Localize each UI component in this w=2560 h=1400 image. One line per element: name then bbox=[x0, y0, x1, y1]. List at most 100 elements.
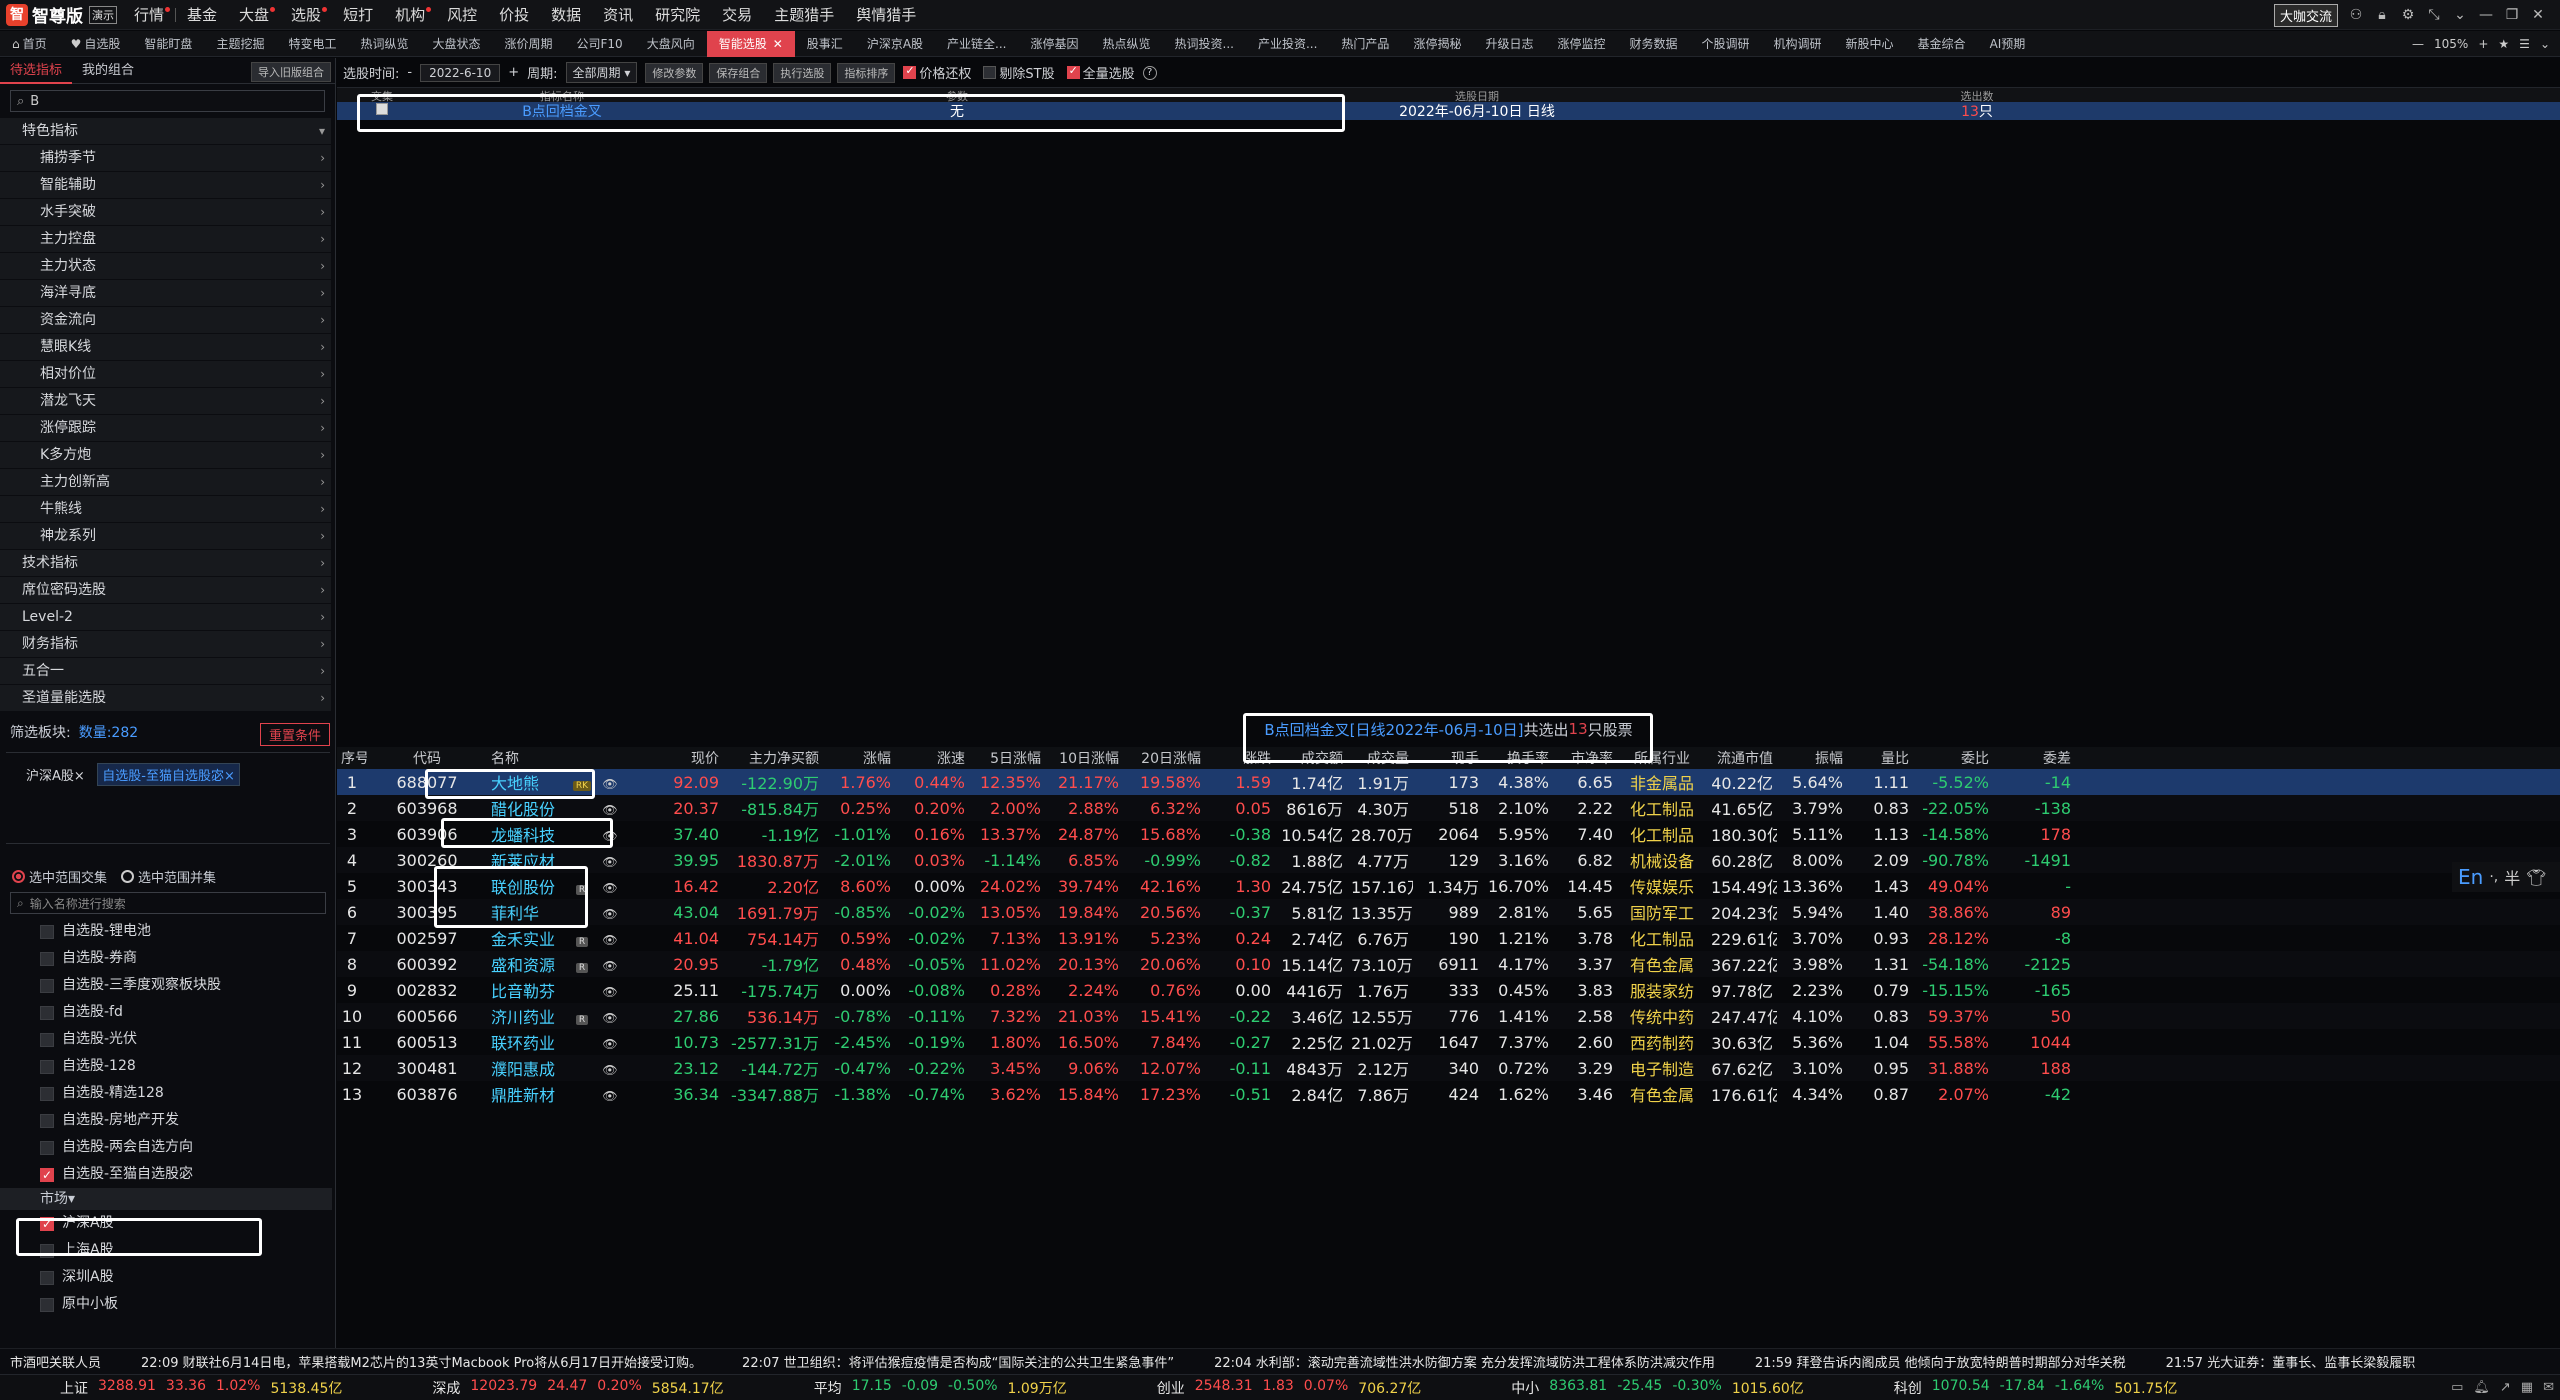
eye-icon[interactable]: 👁︎ bbox=[602, 881, 617, 895]
close-icon[interactable]: ✕ bbox=[2530, 7, 2546, 23]
cell-1[interactable]: 603968 bbox=[367, 799, 487, 818]
chip-market[interactable]: 沪深A股× bbox=[26, 765, 85, 784]
col-header-0[interactable]: 序号 bbox=[337, 748, 367, 768]
star-icon[interactable]: ★ bbox=[2498, 37, 2509, 51]
tab-6[interactable]: 大盘状态 bbox=[420, 31, 492, 57]
board-search-input[interactable]: ⌕ 输入名称进行搜索 bbox=[10, 892, 326, 914]
tree-item[interactable]: 慧眼K线 › bbox=[0, 334, 331, 361]
menu-item-12[interactable]: 主题猎手 bbox=[763, 0, 845, 30]
indicator-search[interactable]: ⌕ B bbox=[10, 90, 325, 112]
col-header-11[interactable]: 20日涨幅 bbox=[1123, 748, 1205, 768]
ime-indicator[interactable]: En ·, 半 👕︎ bbox=[2452, 862, 2560, 892]
ticker-item[interactable]: 22:04 水利部：滚动完善流域性洪水防御方案 充分发挥流域防洪工程体系防洪减灾… bbox=[1214, 1352, 1715, 1371]
cell-1[interactable]: 600392 bbox=[367, 955, 487, 974]
col-header-1[interactable]: 代码 bbox=[367, 748, 487, 768]
ticker-item[interactable]: 21:57 光大证券：董事长、监事长梁毅履职 bbox=[2166, 1352, 2416, 1371]
tree-category[interactable]: 五合一 › bbox=[0, 658, 331, 685]
cell-1[interactable]: 603876 bbox=[367, 1085, 487, 1104]
ticker-item[interactable]: 22:07 世卫组织：将评估猴痘疫情是否构成“国际关注的公共卫生紧急事件” bbox=[742, 1352, 1174, 1371]
eye-icon[interactable]: 👁︎ bbox=[602, 777, 617, 791]
eye-icon[interactable]: 👁︎ bbox=[602, 933, 617, 947]
ticker-item[interactable]: 22:09 财联社6月14日电，苹果搭载M2芯片的13英寸Macbook Pro… bbox=[141, 1352, 702, 1371]
checkbox[interactable] bbox=[40, 1271, 54, 1285]
checkbox[interactable] bbox=[40, 952, 54, 966]
tree-item[interactable]: 牛熊线 › bbox=[0, 496, 331, 523]
index-4[interactable]: 中小 8363.81 -25.45 -0.30% 1015.60亿 bbox=[1451, 1378, 1833, 1398]
tree-item[interactable]: 捕捞季节 › bbox=[0, 145, 331, 172]
help-icon[interactable]: ? bbox=[1142, 65, 1157, 80]
checkbox[interactable] bbox=[40, 1033, 54, 1047]
cell-2[interactable]: 醋化股份 bbox=[487, 796, 567, 820]
col-header-23[interactable]: 委差 bbox=[1993, 748, 2075, 768]
cell-2[interactable]: 鼎胜新材 bbox=[487, 1082, 567, 1106]
community-button[interactable]: 大咖交流 bbox=[2273, 3, 2338, 27]
menu-item-4[interactable]: 短打 bbox=[332, 0, 384, 30]
tree-item[interactable]: 水手突破 › bbox=[0, 199, 331, 226]
cell-2[interactable]: 盛和资源 bbox=[487, 952, 567, 976]
tab-22[interactable]: 财务数据 bbox=[1617, 31, 1689, 57]
menu-item-5[interactable]: 机构 bbox=[384, 0, 436, 30]
restore-icon[interactable]: ❐ bbox=[2504, 7, 2520, 23]
shrink-icon[interactable]: ⤡ bbox=[2426, 7, 2442, 23]
tab-pending-indicators[interactable]: 待选指标 bbox=[0, 58, 73, 84]
board-item[interactable]: 自选股-房地产开发 bbox=[0, 1107, 336, 1134]
zoom-out-icon[interactable]: — bbox=[2412, 37, 2424, 51]
board-item[interactable]: 自选股-128 bbox=[0, 1053, 336, 1080]
board-item[interactable]: 自选股-两会自选方向 bbox=[0, 1134, 336, 1161]
tab-18[interactable]: 热门产品 bbox=[1329, 31, 1401, 57]
board-item[interactable]: 自选股-fd bbox=[0, 999, 336, 1026]
tree-category[interactable]: Level-2 › bbox=[0, 604, 331, 631]
tab-chevron-icon[interactable]: ⌄ bbox=[2540, 37, 2550, 51]
col-header-6[interactable]: 主力净买额 bbox=[723, 748, 823, 768]
date-field[interactable]: 2022-6-10 bbox=[420, 63, 501, 82]
tree-item[interactable]: 海洋寻底 › bbox=[0, 280, 331, 307]
col-header-5[interactable]: 现价 bbox=[623, 748, 723, 768]
table-row[interactable]: 6 300395 菲利华 👁︎ 43.04 1691.79万 -0.85% -0.02% 13.… bbox=[337, 899, 2560, 925]
tree-item[interactable]: 智能辅助 › bbox=[0, 172, 331, 199]
table-row[interactable]: 10 600566 济川药业 R 👁︎ 27.86 536.14万 -0.78% -0.11% 7… bbox=[337, 1003, 2560, 1029]
tree-category[interactable]: 财务指标 › bbox=[0, 631, 331, 658]
eye-icon[interactable]: 👁︎ bbox=[602, 1011, 617, 1025]
tab-25[interactable]: 新股中心 bbox=[1834, 31, 1906, 57]
cell-1[interactable]: 300481 bbox=[367, 1059, 487, 1078]
tree-item[interactable]: 相对价位 › bbox=[0, 361, 331, 388]
cell-2[interactable]: 联环药业 bbox=[487, 1030, 567, 1054]
tab-14[interactable]: 涨停基因 bbox=[1018, 31, 1090, 57]
index-1[interactable]: 深成 12023.79 24.47 0.20% 5854.17亿 bbox=[372, 1378, 753, 1398]
checkbox[interactable] bbox=[40, 1114, 54, 1128]
col-header-7[interactable]: 涨幅 bbox=[823, 748, 895, 768]
checkbox[interactable] bbox=[40, 1006, 54, 1020]
cell-2[interactable]: 金禾实业 bbox=[487, 926, 567, 950]
toolbar-button-0[interactable]: 修改参数 bbox=[645, 62, 704, 83]
tab-26[interactable]: 基金综合 bbox=[1906, 31, 1978, 57]
eye-icon[interactable]: 👁︎ bbox=[602, 907, 617, 921]
monitor-icon[interactable]: ▭ bbox=[2451, 1380, 2463, 1395]
settings-icon[interactable]: ⚙ bbox=[2400, 7, 2416, 23]
tab-15[interactable]: 热点纵览 bbox=[1091, 31, 1163, 57]
eye-icon[interactable]: 👁︎ bbox=[602, 959, 617, 973]
index-2[interactable]: 平均 17.15 -0.09 -0.50% 1.09万亿 bbox=[754, 1378, 1097, 1398]
checkbox[interactable] bbox=[40, 1060, 54, 1074]
toolbar-button-1[interactable]: 保存组合 bbox=[709, 62, 768, 83]
menu-item-7[interactable]: 价投 bbox=[488, 0, 540, 30]
toolbar-check-0[interactable]: 价格还权 bbox=[903, 63, 971, 82]
grid-icon[interactable]: ▦ bbox=[2521, 1380, 2533, 1395]
toolbar-check-2[interactable]: 全量选股 bbox=[1066, 63, 1135, 82]
bell-icon[interactable]: 🔔︎ bbox=[2473, 1380, 2490, 1395]
tree-item[interactable]: 主力控盘 › bbox=[0, 226, 331, 253]
board-item[interactable]: 自选股-光伏 bbox=[0, 1026, 336, 1053]
menu-item-2[interactable]: 大盘 bbox=[228, 0, 280, 30]
news-ticker[interactable]: 市酒吧关联人员 22:09 财联社6月14日电，苹果搭载M2芯片的13英寸Macb… bbox=[0, 1348, 2560, 1374]
table-row[interactable]: 8 600392 盛和资源 R 👁︎ 20.95 -1.79亿 0.48% -0.05% 11.0… bbox=[337, 951, 2560, 977]
col-header-2[interactable]: 名称 bbox=[487, 748, 567, 768]
toolbar-button-2[interactable]: 执行选股 bbox=[773, 62, 832, 83]
market-group-header[interactable]: 市场▾ bbox=[0, 1188, 332, 1210]
index-3[interactable]: 创业 2548.31 1.83 0.07% 706.27亿 bbox=[1097, 1378, 1452, 1398]
tab-27[interactable]: AI预期 bbox=[1978, 31, 2038, 57]
tab-21[interactable]: 涨停监控 bbox=[1545, 31, 1617, 57]
cell-1[interactable]: 002597 bbox=[367, 929, 487, 948]
eye-icon[interactable]: 👁︎ bbox=[602, 985, 617, 999]
col-header-21[interactable]: 量比 bbox=[1847, 748, 1913, 768]
eye-icon[interactable]: 👁︎ bbox=[602, 855, 617, 869]
table-row[interactable]: 5 300343 联创股份 R 👁︎ 16.42 2.20亿 8.60% 0.00% 24.02%… bbox=[337, 873, 2560, 899]
